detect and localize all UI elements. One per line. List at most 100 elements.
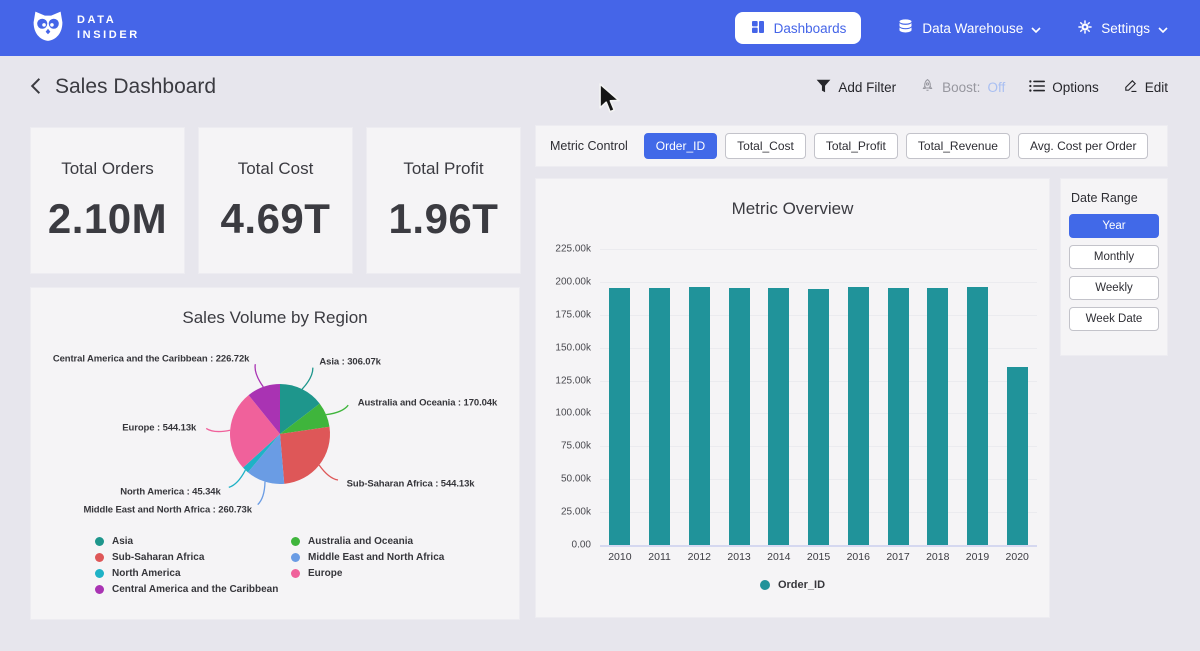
database-icon (897, 18, 914, 38)
kpi-card-total-cost: Total Cost 4.69T (198, 127, 353, 274)
legend-item-asia[interactable]: Asia (95, 533, 291, 549)
kpi-value: 2.10M (48, 195, 167, 243)
bar-2017[interactable] (888, 288, 909, 545)
metric-chip-order-id[interactable]: Order_ID (644, 133, 717, 159)
y-axis-tick: 150.00k (555, 342, 591, 353)
x-axis-tick: 2014 (759, 551, 799, 563)
data-warehouse-menu[interactable]: Data Warehouse (897, 18, 1041, 38)
legend-item-middle-east-and-north-africa[interactable]: Middle East and North Africa (291, 549, 444, 565)
legend-dot (291, 553, 300, 562)
legend-label: Europe (308, 568, 342, 579)
gear-icon (1077, 19, 1093, 38)
metric-control-buttons: Order_ID Total_Cost Total_Profit Total_Reve… (644, 133, 1149, 159)
legend-dot (760, 580, 770, 590)
pie-leader-line (229, 470, 246, 487)
kpi-value: 1.96T (389, 195, 499, 243)
pencil-icon (1123, 78, 1138, 96)
legend-label: Australia and Oceania (308, 536, 413, 547)
pie-leader-line (258, 482, 265, 505)
bar-2016[interactable] (848, 287, 869, 545)
bar-chart-plot: 225.00k200.00k175.00k150.00k125.00k100.0… (600, 249, 1037, 545)
owl-logo-icon (30, 9, 66, 48)
bar-slot (679, 287, 719, 545)
settings-menu[interactable]: Settings (1077, 19, 1168, 38)
pie-slice-sub-saharan-africa[interactable] (280, 427, 330, 484)
legend-item-australia-and-oceania[interactable]: Australia and Oceania (291, 533, 444, 549)
metric-chip-total-cost[interactable]: Total_Cost (725, 133, 806, 159)
dashboards-button[interactable]: Dashboards (735, 12, 862, 44)
options-button[interactable]: Options (1029, 79, 1099, 96)
bar-slot (640, 288, 680, 545)
y-axis-tick: 25.00k (561, 507, 591, 518)
date-range-panel: Date Range Year Monthly Weekly Week Date (1060, 178, 1168, 356)
pie-label-sub-saharan-africa: Sub-Saharan Africa : 544.13k (347, 478, 475, 489)
legend-label: North America (112, 568, 181, 579)
bar-chart-legend[interactable]: Order_ID (536, 579, 1049, 591)
rocket-icon (920, 78, 935, 96)
list-options-icon (1029, 79, 1045, 96)
legend-label: Central America and the Caribbean (112, 584, 278, 595)
back-button[interactable] (30, 77, 41, 98)
x-axis-tick: 2016 (838, 551, 878, 563)
top-navbar: DATA INSIDER Dashboards (0, 0, 1200, 56)
legend-item-europe[interactable]: Europe (291, 565, 444, 581)
bar-2012[interactable] (689, 287, 710, 545)
bar-slot (838, 287, 878, 545)
metric-chip-total-revenue[interactable]: Total_Revenue (906, 133, 1010, 159)
metric-chip-total-profit[interactable]: Total_Profit (814, 133, 898, 159)
bar-slot (759, 288, 799, 545)
bar-2015[interactable] (808, 289, 829, 545)
legend-dot (291, 569, 300, 578)
chevron-down-icon (1158, 21, 1168, 36)
pie-leader-line (319, 465, 338, 480)
pie-chart: Asia : 306.07kAustralia and Oceania : 17… (31, 336, 519, 533)
date-range-option-monthly[interactable]: Monthly (1069, 245, 1159, 269)
date-range-option-weekly[interactable]: Weekly (1069, 276, 1159, 300)
pie-label-central-america-and-the-caribbean: Central America and the Caribbean : 226.… (53, 353, 250, 364)
bar-2010[interactable] (609, 288, 630, 545)
kpi-label: Total Cost (238, 159, 314, 179)
pie-leader-line (302, 368, 313, 390)
x-axis-tick: 2015 (799, 551, 839, 563)
x-axis-tick: 2017 (878, 551, 918, 563)
settings-label: Settings (1101, 21, 1150, 36)
edit-button[interactable]: Edit (1123, 78, 1168, 96)
bar-2013[interactable] (729, 288, 750, 545)
sales-volume-panel: Sales Volume by Region Asia : 306.07kAus… (30, 287, 520, 620)
page-header: Sales Dashboard Add Filter Boost: Off (30, 56, 1168, 118)
legend-item-central-america-and-the-caribbean[interactable]: Central America and the Caribbean (95, 581, 291, 597)
pie-legend-column: AsiaSub-Saharan Africa North America Centr… (95, 533, 291, 597)
metric-chip-avg-cost-per-order[interactable]: Avg. Cost per Order (1018, 133, 1149, 159)
date-range-option-week-date[interactable]: Week Date (1069, 307, 1159, 331)
boost-toggle[interactable]: Boost: Off (920, 78, 1005, 96)
x-axis-tick: 2018 (918, 551, 958, 563)
legend-dot (95, 585, 104, 594)
bar-2014[interactable] (768, 288, 789, 545)
data-warehouse-label: Data Warehouse (922, 21, 1023, 36)
pie-chart-title: Sales Volume by Region (31, 288, 519, 328)
bar-2011[interactable] (649, 288, 670, 545)
sales-dashboard-screen: DATA INSIDER Dashboards (0, 0, 1200, 651)
legend-item-north-america[interactable]: North America (95, 565, 291, 581)
kpi-card-total-orders: Total Orders 2.10M (30, 127, 185, 274)
legend-item-sub-saharan-africa[interactable]: Sub-Saharan Africa (95, 549, 291, 565)
date-range-option-year[interactable]: Year (1069, 214, 1159, 238)
x-axis-tick: 2011 (640, 551, 680, 563)
bar-2019[interactable] (967, 287, 988, 545)
metric-overview-panel: Metric Overview 225.00k200.00k175.00k150… (535, 178, 1050, 618)
brand-name: DATA INSIDER (77, 13, 140, 44)
bar-2020[interactable] (1007, 367, 1028, 545)
y-axis-tick: 75.00k (561, 441, 591, 452)
y-axis-tick: 175.00k (555, 309, 591, 320)
gridline (600, 545, 1037, 547)
legend-label: Order_ID (778, 579, 825, 591)
add-filter-button[interactable]: Add Filter (816, 79, 896, 96)
date-range-buttons: Year Monthly Weekly Week Date (1069, 214, 1159, 331)
pie-leader-line (255, 364, 263, 387)
pie-label-north-america: North America : 45.34k (120, 486, 220, 497)
x-axis-labels: 2010201120122013201420152016201720182019… (600, 551, 1037, 563)
pie-leader-line (326, 405, 348, 414)
legend-dot (95, 569, 104, 578)
date-range-label: Date Range (1071, 191, 1159, 205)
bar-2018[interactable] (927, 288, 948, 545)
